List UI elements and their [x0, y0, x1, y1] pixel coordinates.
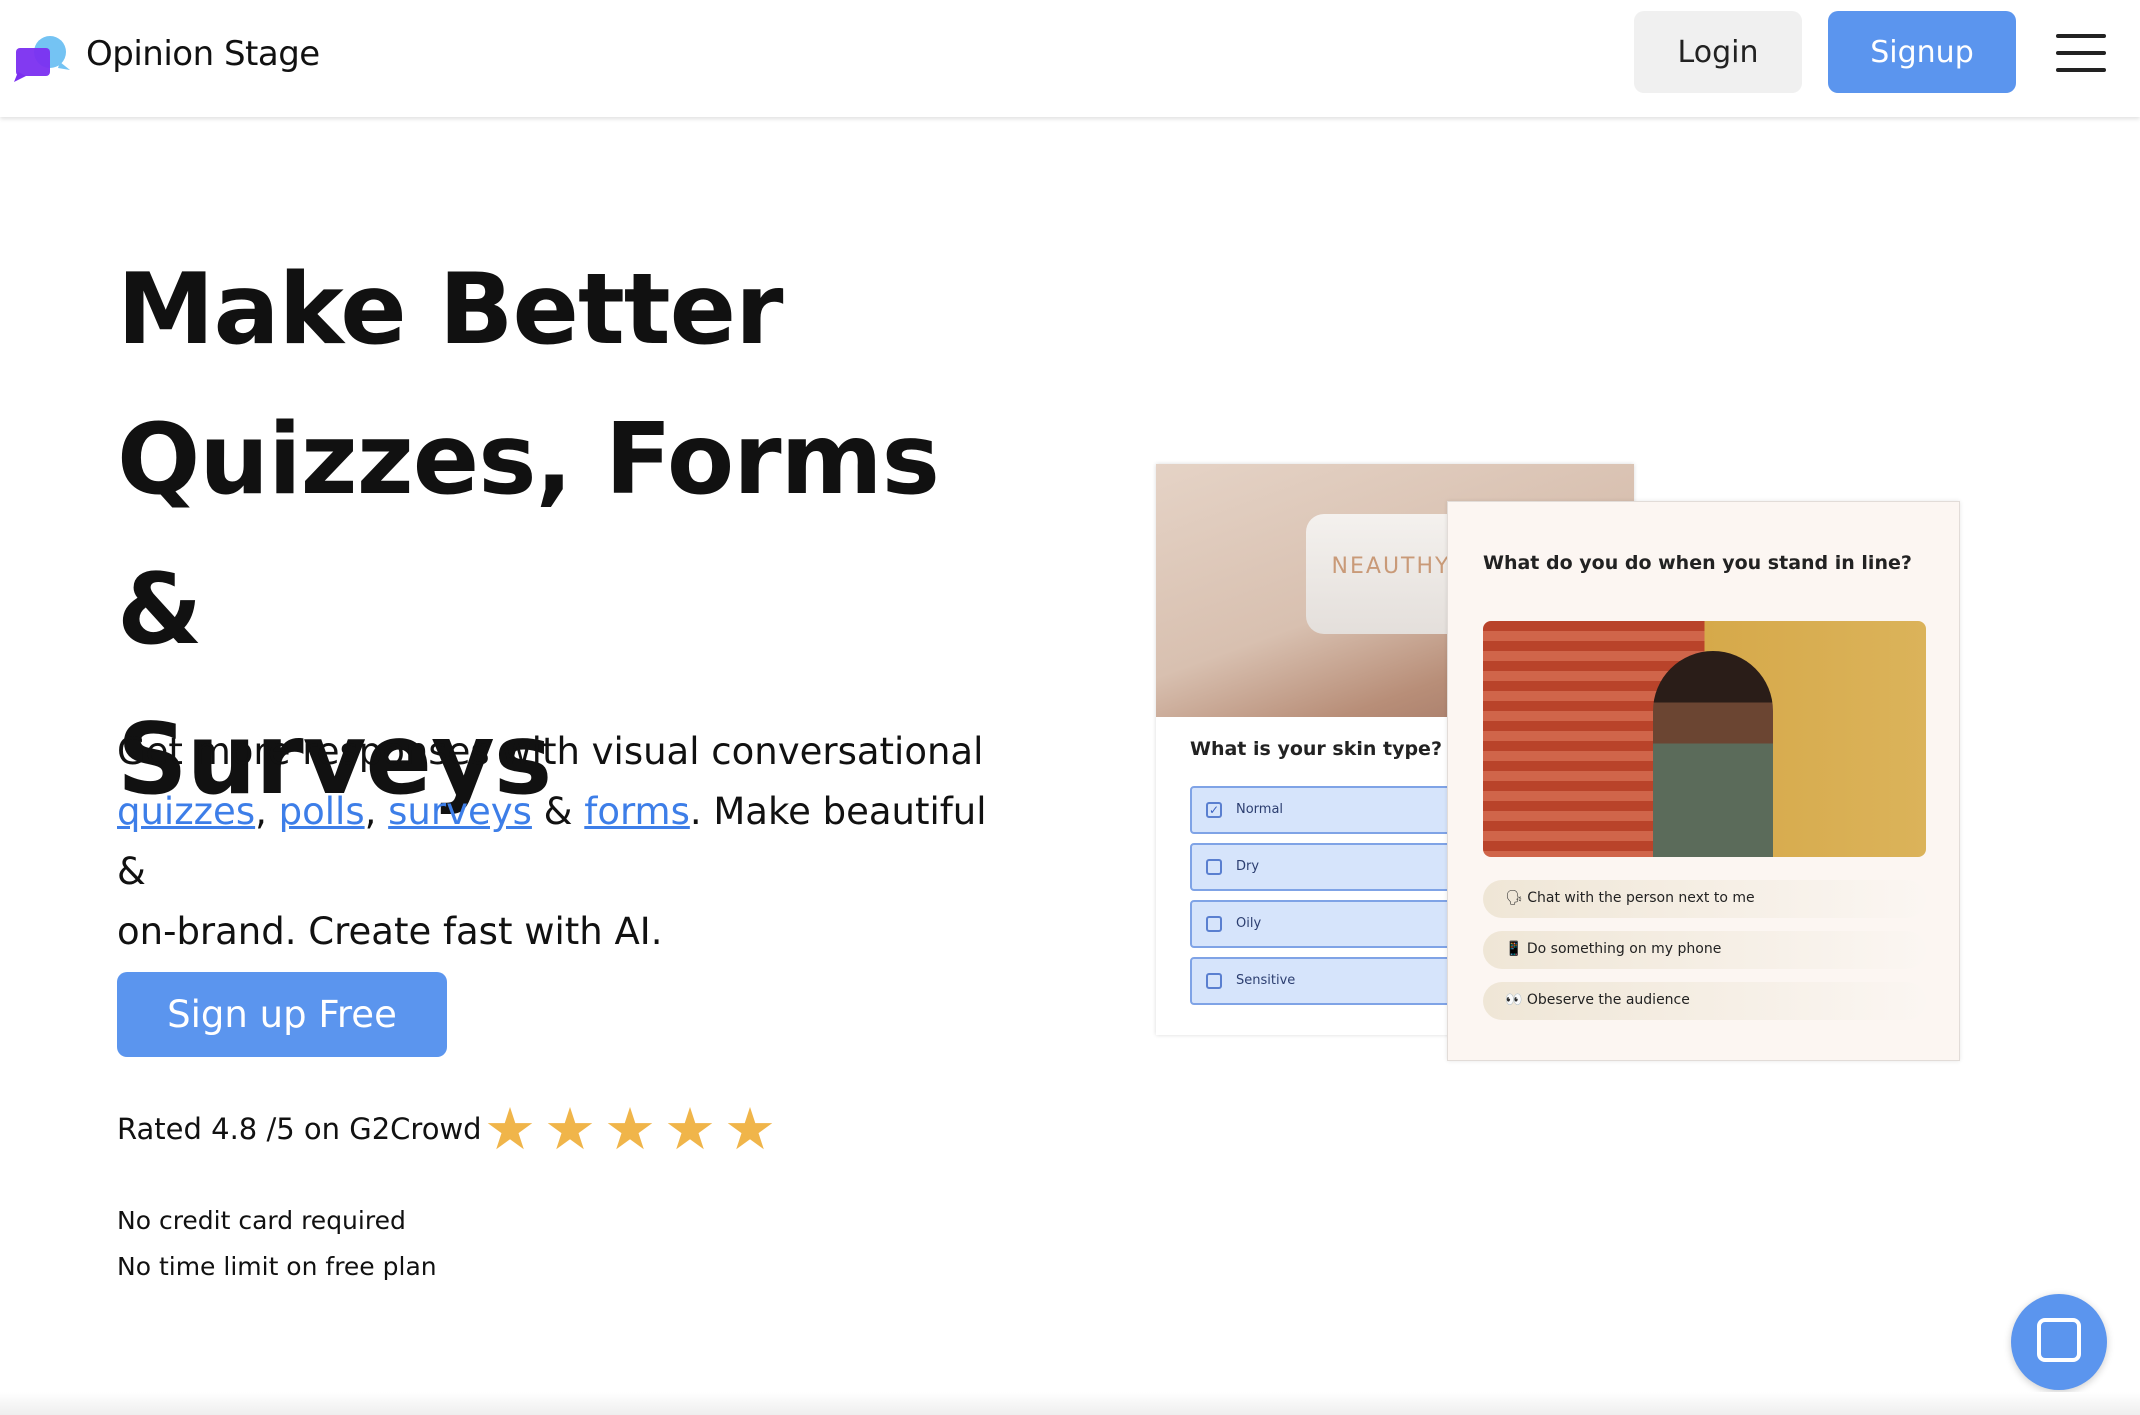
option-label: Oily [1236, 916, 1262, 931]
opinion-stage-logo-icon[interactable] [14, 32, 70, 82]
option-label: Sensitive [1236, 973, 1296, 988]
brand-name[interactable]: Opinion Stage [86, 34, 320, 74]
chat-icon [2037, 1318, 2081, 1362]
poll-question: What do you do when you stand in line? [1483, 552, 1912, 574]
quiz-question: What is your skin type? [1190, 738, 1442, 760]
login-button[interactable]: Login [1634, 11, 1802, 93]
checkbox-icon[interactable] [1206, 916, 1222, 932]
poll-answer[interactable]: 👀 Obeserve the audience [1483, 982, 1926, 1020]
stand-in-line-poll-preview: What do you do when you stand in line? 🗣… [1447, 501, 1960, 1061]
lead-text: Get more responses with visual conversat… [117, 730, 984, 773]
link-quizzes[interactable]: quizzes [117, 790, 255, 833]
man-profile-image [1483, 621, 1926, 857]
title-line: Quizzes, Forms & [117, 403, 940, 667]
chat-widget-button[interactable] [2011, 1294, 2107, 1390]
link-forms[interactable]: forms [584, 790, 690, 833]
link-polls[interactable]: polls [279, 790, 365, 833]
signup-button[interactable]: Signup [1828, 11, 2016, 93]
checkbox-icon[interactable] [1206, 859, 1222, 875]
lead-text: on-brand. Create fast with AI. [117, 910, 663, 953]
rating-text: Rated 4.8 /5 on G2Crowd [117, 1112, 482, 1146]
option-label: Dry [1236, 859, 1260, 874]
sep: , [255, 790, 279, 833]
note-no-time-limit: No time limit on free plan [117, 1252, 437, 1281]
sign-up-free-button[interactable]: Sign up Free [117, 972, 447, 1057]
checkbox-icon[interactable] [1206, 973, 1222, 989]
hero-description: Get more responses with visual conversat… [117, 722, 997, 962]
option-label: Normal [1236, 802, 1284, 817]
sep: & [531, 790, 585, 833]
title-line: Make Better [117, 253, 783, 367]
poll-answer[interactable]: 🗣 Chat with the person next to me [1483, 880, 1926, 918]
sep: , [364, 790, 389, 833]
hamburger-menu-icon[interactable] [2056, 34, 2106, 72]
note-no-credit-card: No credit card required [117, 1206, 406, 1235]
header: Opinion Stage Login Signup [0, 0, 2140, 117]
checkbox-checked-icon[interactable]: ✓ [1206, 802, 1222, 818]
section-divider [0, 1392, 2140, 1415]
link-surveys[interactable]: surveys [388, 790, 532, 833]
rating-stars-icon: ★★★★★ [484, 1095, 784, 1163]
poll-answer[interactable]: 📱 Do something on my phone [1483, 931, 1926, 969]
